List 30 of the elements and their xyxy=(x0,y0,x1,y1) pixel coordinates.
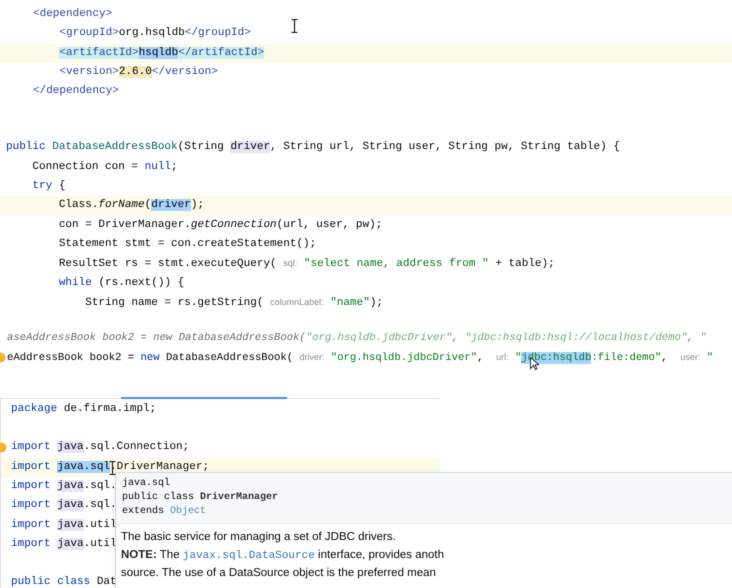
doc-signature-line: java.sql xyxy=(122,477,170,491)
code-line: public class Dat xyxy=(11,575,117,588)
code-line: Statement stmt = con.createStatement(); xyxy=(58,236,316,252)
code-line: ResultSet rs = stmt.executeQuery( sql: "select name, address from " + table); xyxy=(58,257,555,272)
code-line: con = DriverManager.getConnection(url, user, pw); xyxy=(58,218,382,233)
text-cursor-icon xyxy=(291,19,298,33)
code-line: <groupId>org.hsqldb</groupId> xyxy=(58,26,251,42)
doc-signature-line: public class DriverManager xyxy=(122,491,278,505)
code-line: Connection con = null; xyxy=(31,160,178,175)
code-line: import java.sql. xyxy=(11,478,117,494)
code-line: package de.firma.impl; xyxy=(11,402,156,417)
code-line: aseAddressBook book2 = new DatabaseAddressBook("org.hsqldb.jdbcDriver", "jdbc:hsqldb:hsql://localhost/demo", " xyxy=(7,331,706,346)
doc-text: NOTE: The javax.sql.DataSource interface, provides anoth xyxy=(121,548,444,564)
code-line: public DatabaseAddressBook(String driver, String url, String user, String pw, String table) { xyxy=(6,140,620,156)
code-line: </dependency> xyxy=(33,84,119,100)
doc-text: source. The use of a DataSource object is the preferred mean xyxy=(121,566,436,581)
code-line: <dependency> xyxy=(33,7,112,22)
code-line: <version>2.6.0</version> xyxy=(58,64,218,80)
code-line: <artifactId>hsqldb</artifactId> xyxy=(58,46,264,61)
code-line: try { xyxy=(31,179,66,194)
code-line: eAddressBook book2 = new DatabaseAddressBook( driver: "org.hsqldb.jdbcDriver", url: "jdbc:hsqldb:file:demo", user: " xyxy=(7,351,714,366)
code-line: import java.sql. xyxy=(11,498,117,514)
code-line: String name = rs.getString( columnLabel: "name"); xyxy=(84,296,384,311)
code-line: import java.util xyxy=(11,518,117,533)
doc-text: The basic service for managing a set of JDBC drivers. xyxy=(121,530,396,545)
code-line: import java.sql.Connection; xyxy=(11,440,190,456)
code-line: Class.forName(driver); xyxy=(58,198,204,214)
code-line: import java.util xyxy=(11,536,117,552)
doc-signature-line: extends Object xyxy=(122,505,206,519)
code-line: while (rs.next()) { xyxy=(58,276,184,291)
